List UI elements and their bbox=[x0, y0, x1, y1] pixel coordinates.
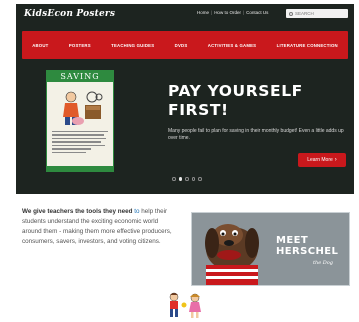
poster-footer bbox=[47, 166, 113, 171]
search-box[interactable] bbox=[286, 9, 348, 18]
top-link-separator: | bbox=[242, 10, 245, 15]
kids-illustration bbox=[169, 292, 201, 318]
meet-herschel-title: MEET HERSCHEL bbox=[276, 235, 338, 257]
carousel-dot-3[interactable] bbox=[185, 177, 189, 181]
carousel-dots bbox=[172, 177, 202, 181]
saving-poster-image[interactable]: SAVING bbox=[46, 70, 114, 172]
nav-item-literature-connection[interactable]: LITERATURE CONNECTION bbox=[277, 43, 338, 48]
hero-title-line1: PAY YOURSELF bbox=[168, 82, 303, 100]
poster-heading: SAVING bbox=[47, 71, 113, 82]
hero-description: Many people fail to plan for saving in t… bbox=[168, 128, 344, 141]
top-link-home[interactable]: Home bbox=[197, 10, 209, 15]
top-link-how-to-order[interactable]: How to Order bbox=[214, 10, 241, 15]
hero-title-line2: FIRST! bbox=[168, 101, 229, 119]
main-nav: ABOUT POSTERS TEACHING GUIDES DVDS ACTIV… bbox=[22, 31, 348, 59]
meet-title-line1: MEET bbox=[276, 235, 309, 246]
top-link-contact-us[interactable]: Contact Us bbox=[246, 10, 268, 15]
meet-title-line2: HERSCHEL bbox=[276, 246, 339, 257]
carousel-dot-2[interactable] bbox=[178, 177, 182, 181]
search-input[interactable] bbox=[295, 11, 345, 16]
learn-more-label: Learn More bbox=[307, 157, 333, 163]
carousel-dot-1[interactable] bbox=[172, 177, 176, 181]
hero-frame: KidsEcon Posters Home | How to Order | C… bbox=[16, 4, 354, 194]
poster-illustration bbox=[63, 91, 103, 125]
top-links: Home | How to Order | Contact Us bbox=[197, 10, 268, 15]
hero-title: PAY YOURSELF FIRST! bbox=[168, 82, 338, 120]
nav-item-teaching-guides[interactable]: TEACHING GUIDES bbox=[111, 43, 154, 48]
nav-item-activities-games[interactable]: ACTIVITIES & GAMES bbox=[208, 43, 256, 48]
learn-more-button[interactable]: Learn More › bbox=[298, 153, 346, 167]
poster-text-block bbox=[52, 131, 108, 161]
site-logo[interactable]: KidsEcon Posters bbox=[24, 9, 115, 19]
carousel-dot-5[interactable] bbox=[198, 177, 202, 181]
carousel-dot-4[interactable] bbox=[191, 177, 195, 181]
meet-herschel-banner[interactable]: MEET HERSCHEL the Dog bbox=[191, 212, 350, 286]
intro-text: We give teachers the tools they need to … bbox=[22, 207, 172, 247]
nav-item-about[interactable]: ABOUT bbox=[32, 43, 48, 48]
top-link-separator: | bbox=[211, 10, 213, 15]
nav-item-posters[interactable]: POSTERS bbox=[69, 43, 91, 48]
chevron-right-icon: › bbox=[334, 157, 337, 163]
intro-link[interactable]: to bbox=[132, 208, 139, 215]
meet-herschel-subtitle: the Dog bbox=[313, 260, 333, 266]
nav-item-dvds[interactable]: DVDS bbox=[175, 43, 188, 48]
intro-lead: We give teachers the tools they need bbox=[22, 208, 133, 215]
top-bar: KidsEcon Posters Home | How to Order | C… bbox=[16, 4, 354, 24]
search-icon bbox=[289, 11, 293, 16]
